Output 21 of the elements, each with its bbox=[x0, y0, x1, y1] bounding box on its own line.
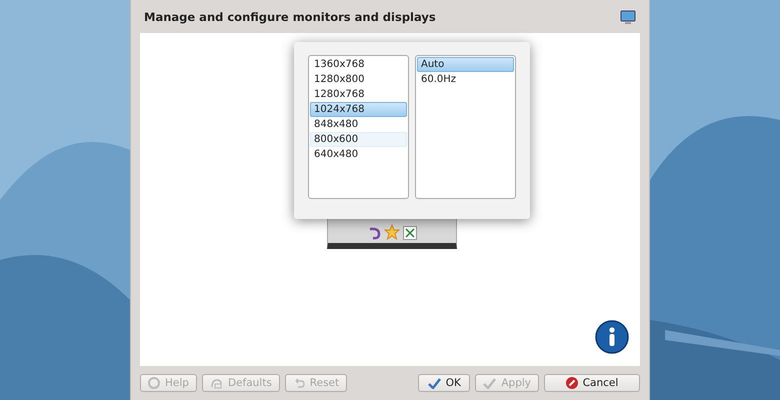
resolution-item[interactable]: 1024x768 bbox=[310, 102, 407, 117]
resolution-item[interactable]: 1360x768 bbox=[310, 57, 407, 72]
resolution-item[interactable]: 1280x800 bbox=[310, 72, 407, 87]
resolution-item[interactable]: 1280x768 bbox=[310, 87, 407, 102]
check-icon bbox=[483, 378, 496, 388]
resolution-item[interactable]: 848x480 bbox=[310, 117, 407, 132]
cancel-icon bbox=[566, 377, 578, 389]
ok-button[interactable]: OK bbox=[418, 374, 470, 392]
window-title: Manage and configure monitors and displays bbox=[144, 10, 436, 24]
refresh-rate-item[interactable]: 60.0Hz bbox=[417, 72, 514, 87]
info-icon[interactable] bbox=[595, 320, 629, 354]
rotate-icon[interactable] bbox=[367, 226, 381, 240]
star-icon[interactable] bbox=[384, 224, 400, 240]
refresh-rate-item[interactable]: Auto bbox=[417, 57, 514, 72]
resolution-item[interactable]: 640x480 bbox=[310, 147, 407, 162]
check-icon bbox=[428, 378, 441, 388]
resize-icon[interactable] bbox=[403, 226, 417, 240]
undo-icon bbox=[292, 378, 305, 388]
resolution-item[interactable]: 800x600 bbox=[310, 132, 407, 147]
cancel-button[interactable]: Cancel bbox=[544, 374, 640, 392]
monitor-icon bbox=[620, 8, 636, 24]
